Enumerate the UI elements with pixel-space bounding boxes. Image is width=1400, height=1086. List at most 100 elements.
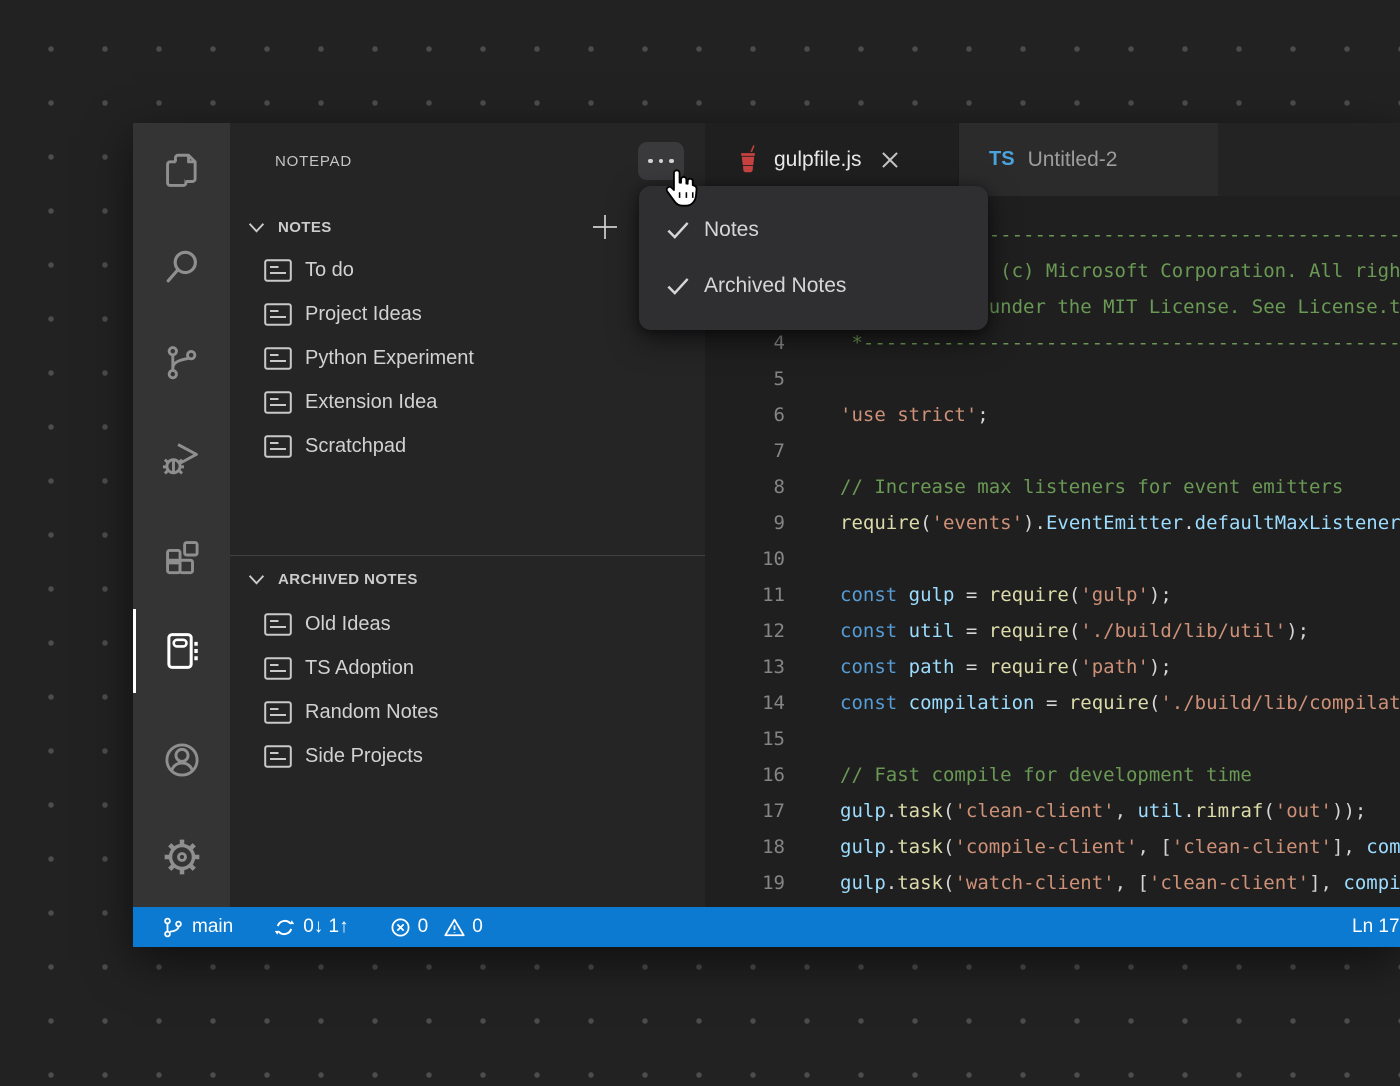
git-branch-icon (163, 916, 183, 939)
code-line: 11const gulp = require('gulp'); (705, 577, 1400, 613)
code-line: 10 (705, 541, 1400, 577)
note-icon (264, 435, 292, 458)
note-icon (264, 745, 292, 768)
note-item[interactable]: Project Ideas (230, 292, 705, 336)
account-icon (161, 739, 203, 781)
error-icon (390, 917, 411, 938)
code-line: 6'use strict'; (705, 397, 1400, 433)
sync-status-item[interactable]: 0↓ 1↑ (274, 916, 348, 938)
menu-item-notes[interactable]: Notes (639, 202, 988, 258)
gear-icon (162, 837, 202, 877)
error-count: 0 (418, 916, 429, 938)
search-icon (162, 246, 202, 288)
archived-notes-section-header[interactable]: ARCHIVED NOTES (230, 561, 705, 597)
archived-notes-list: Old Ideas TS Adoption Random Notes (230, 602, 705, 778)
check-icon (666, 221, 690, 239)
note-item[interactable]: TS Adoption (230, 646, 705, 690)
code-line: 8// Increase max listeners for event emi… (705, 469, 1400, 505)
chevron-down-icon (248, 574, 265, 585)
note-item-label: Random Notes (305, 701, 438, 724)
ellipsis-icon (648, 159, 653, 164)
activity-item-extensions[interactable] (133, 507, 230, 603)
note-item[interactable]: Random Notes (230, 690, 705, 734)
warning-count: 0 (472, 916, 483, 938)
sync-counts: 0↓ 1↑ (303, 916, 348, 938)
note-item-label: Side Projects (305, 745, 423, 768)
note-icon (264, 259, 292, 282)
source-control-icon (162, 342, 202, 384)
note-item-label: Project Ideas (305, 303, 422, 326)
more-actions-button[interactable] (638, 142, 684, 180)
warning-icon (444, 917, 465, 938)
note-icon (264, 613, 292, 636)
note-item-label: Old Ideas (305, 613, 391, 636)
check-icon (666, 277, 690, 295)
menu-item-label: Archived Notes (704, 274, 846, 298)
menu-item-label: Notes (704, 218, 759, 242)
status-bar: main 0↓ 1↑ 0 0 Ln 17 (133, 907, 1400, 947)
note-item[interactable]: Scratchpad (230, 424, 705, 468)
code-line: 12const util = require('./build/lib/util… (705, 613, 1400, 649)
note-icon (264, 391, 292, 414)
code-line: 17gulp.task('clean-client', util.rimraf(… (705, 793, 1400, 829)
activity-item-notepad[interactable] (133, 603, 230, 699)
tab-label: gulpfile.js (774, 148, 862, 172)
activity-item-run-debug[interactable] (133, 411, 230, 507)
gulp-file-icon (737, 144, 759, 175)
tab-label: Untitled-2 (1028, 148, 1118, 172)
activity-item-accounts[interactable] (133, 712, 230, 808)
note-item-label: TS Adoption (305, 657, 414, 680)
note-icon (264, 701, 292, 724)
note-item[interactable]: Python Experiment (230, 336, 705, 380)
files-icon (162, 150, 202, 192)
add-note-button[interactable] (590, 212, 620, 242)
typescript-icon: TS (989, 148, 1015, 171)
archived-notes-section-label: ARCHIVED NOTES (278, 571, 418, 588)
note-item[interactable]: Extension Idea (230, 380, 705, 424)
code-line: 5 (705, 361, 1400, 397)
note-item-label: To do (305, 259, 354, 282)
code-line: 4 *-------------------------------------… (705, 325, 1400, 361)
menu-item-archived-notes[interactable]: Archived Notes (639, 258, 988, 314)
code-line: 15 (705, 721, 1400, 757)
close-icon (881, 151, 899, 169)
code-line: 16// Fast compile for development time (705, 757, 1400, 793)
notes-section-header[interactable]: NOTES (230, 209, 705, 245)
chevron-down-icon (248, 222, 265, 233)
activity-item-settings[interactable] (133, 809, 230, 905)
note-item[interactable]: To do (230, 248, 705, 292)
note-icon (264, 657, 292, 680)
code-line: 9require('events').EventEmitter.defaultM… (705, 505, 1400, 541)
activity-item-source-control[interactable] (133, 315, 230, 411)
note-item[interactable]: Old Ideas (230, 602, 705, 646)
plus-icon (590, 212, 620, 242)
close-tab-button[interactable] (879, 149, 901, 171)
note-item-label: Python Experiment (305, 347, 474, 370)
run-and-debug-icon (161, 438, 203, 480)
note-item-label: Scratchpad (305, 435, 406, 458)
activity-item-explorer[interactable] (133, 123, 230, 219)
code-line: 14const compilation = require('./build/l… (705, 685, 1400, 721)
activity-item-search[interactable] (133, 219, 230, 315)
note-item[interactable]: Side Projects (230, 734, 705, 778)
views-context-menu: Notes Archived Notes (639, 186, 988, 330)
note-icon (264, 303, 292, 326)
problems-status-item[interactable]: 0 0 (390, 916, 483, 938)
note-icon (264, 347, 292, 370)
notes-section-label: NOTES (278, 219, 332, 236)
notes-list: To do Project Ideas Python Experiment (230, 248, 705, 468)
note-item-label: Extension Idea (305, 391, 437, 414)
code-line: 13const path = require('path'); (705, 649, 1400, 685)
code-line: 7 (705, 433, 1400, 469)
code-line: 18gulp.task('compile-client', ['clean-cl… (705, 829, 1400, 865)
sidebar-title: NOTEPAD (275, 153, 352, 170)
activity-bar (133, 123, 230, 907)
cursor-position-item[interactable]: Ln 17 (1352, 907, 1400, 947)
branch-name: main (192, 916, 233, 938)
desktop: { "desktop": {"background": "#222222", "… (0, 0, 1400, 1086)
notepad-icon (162, 630, 202, 672)
tab-untitled-2[interactable]: TS Untitled-2 (958, 123, 1218, 196)
section-divider (230, 555, 705, 556)
branch-status-item[interactable]: main (163, 916, 233, 939)
code-line: 19gulp.task('watch-client', ['clean-clie… (705, 865, 1400, 901)
